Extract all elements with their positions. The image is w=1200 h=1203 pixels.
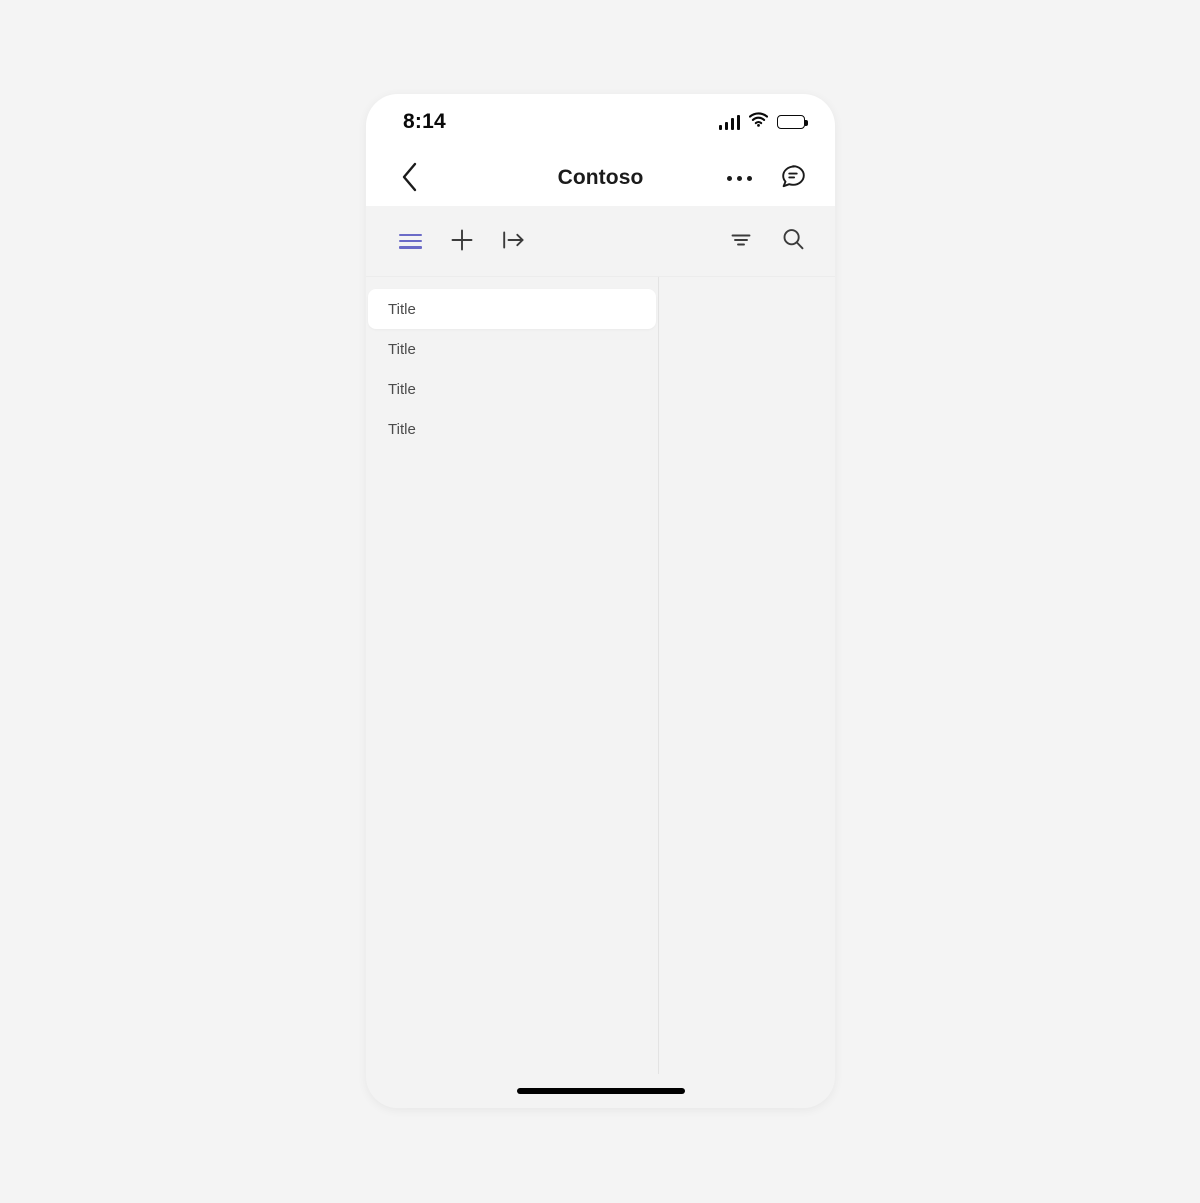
command-toolbar	[366, 206, 835, 277]
chat-button[interactable]	[773, 158, 813, 198]
list-item[interactable]: Title	[368, 289, 656, 329]
add-button[interactable]	[444, 223, 480, 259]
more-horizontal-icon	[726, 175, 752, 181]
nav-bar: Contoso	[366, 150, 835, 206]
chevron-left-icon	[399, 161, 421, 196]
expand-pane-button[interactable]	[496, 223, 532, 259]
arrow-to-right-icon	[501, 229, 527, 254]
overflow-menu-button[interactable]	[719, 158, 759, 198]
list-item[interactable]: Title	[368, 369, 656, 409]
command-toolbar-left-group	[392, 223, 532, 259]
back-button[interactable]	[390, 158, 430, 198]
detail-pane[interactable]	[659, 277, 835, 1074]
command-toolbar-right-group	[723, 223, 811, 259]
nav-bar-actions	[719, 158, 813, 198]
search-button[interactable]	[775, 223, 811, 259]
list-item-label: Title	[388, 380, 416, 398]
list-view-icon	[398, 233, 422, 249]
list-pane: Title Title Title Title	[366, 277, 659, 1074]
home-indicator-area	[366, 1074, 835, 1108]
phone-frame: 8:14 Contoso Title Title Title Title	[366, 94, 835, 1108]
status-bar-time: 8:14	[403, 110, 446, 133]
list-item[interactable]: Title	[368, 409, 656, 449]
filter-button[interactable]	[723, 223, 759, 259]
cellular-signal-icon	[718, 114, 740, 130]
content-split-view: Title Title Title Title	[366, 277, 835, 1074]
list-view-button[interactable]	[392, 223, 428, 259]
list-item[interactable]: Title	[368, 329, 656, 369]
chat-bubble-icon	[778, 162, 808, 195]
list-item-label: Title	[388, 420, 416, 438]
search-icon	[781, 227, 806, 255]
status-bar-icons	[718, 112, 808, 132]
battery-full-icon	[777, 115, 808, 129]
home-indicator[interactable]	[516, 1088, 685, 1094]
list-item-label: Title	[388, 340, 416, 358]
list-item-label: Title	[388, 300, 416, 318]
filter-icon	[730, 231, 752, 252]
status-bar: 8:14	[366, 94, 835, 150]
wifi-icon	[748, 112, 769, 132]
plus-icon	[449, 227, 475, 256]
